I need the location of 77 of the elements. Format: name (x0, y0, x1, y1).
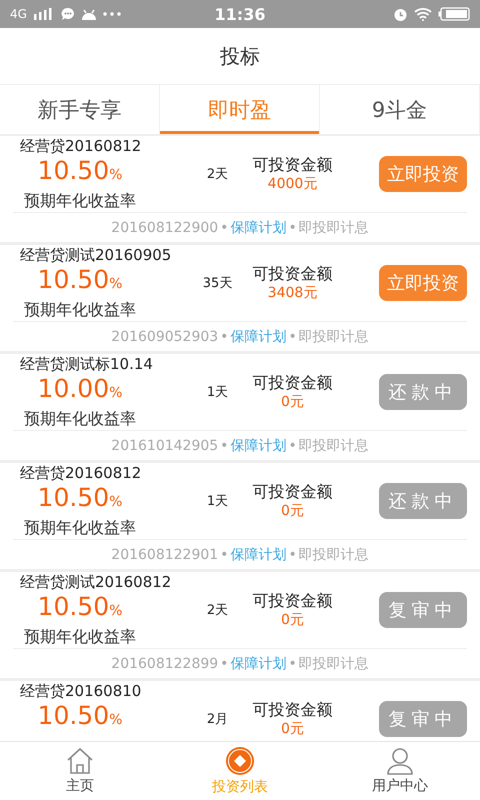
nav-item[interactable]: 主页 (0, 742, 160, 800)
loan-term: 2月 (206, 712, 228, 727)
rate-label: 预期年化收益率 (23, 299, 137, 321)
network-label: 4G (10, 7, 27, 21)
home-icon (65, 747, 95, 775)
status-button: 复审中 (379, 701, 467, 737)
separator-dot: • (288, 220, 297, 236)
rate-label: 预期年化收益率 (23, 626, 137, 648)
separator-dot: • (288, 656, 297, 672)
loan-term: 1天 (206, 385, 228, 400)
wifi-icon (414, 7, 432, 21)
separator-dot: • (220, 656, 228, 672)
interest-rate: 10.50% (36, 483, 124, 514)
loan-card[interactable]: 经营贷20160810 10.50% 2月 可投资金额 0元 复审中 (0, 681, 480, 741)
loan-code: 201608122899 (111, 656, 218, 672)
loan-title: 经营贷测试标10.14 (20, 354, 154, 374)
separator-dot: • (220, 546, 228, 562)
available-amount: 4000元 (268, 175, 318, 193)
amount-label: 可投资金额 (252, 700, 332, 720)
status-button: 还款中 (379, 374, 467, 410)
page-title: 投标 (220, 42, 260, 70)
interest-rate: 10.00% (36, 374, 124, 405)
separator-dot: • (288, 328, 297, 344)
chat-icon (60, 7, 75, 21)
rate-label: 预期年化收益率 (23, 408, 137, 430)
loan-title: 经营贷20160812 (20, 463, 142, 483)
rate-label: 预期年化收益率 (23, 190, 137, 212)
battery-icon (438, 7, 470, 21)
loan-card[interactable]: 经营贷测试20160812 10.50% 预期年化收益率 2天 可投资金额 0元 复审中 201608122899•保障计划•即投即计息 (0, 572, 480, 678)
more-icon (102, 12, 121, 16)
nav-item[interactable]: 用户中心 (320, 742, 480, 800)
loan-title: 经营贷20160812 (20, 136, 142, 156)
loan-code: 201610142905 (111, 438, 218, 454)
available-amount: 0元 (281, 393, 304, 411)
loan-code: 201608122901 (111, 546, 218, 562)
rate-label: 预期年化收益率 (23, 517, 137, 539)
amount-label: 可投资金额 (252, 373, 332, 393)
interest-rate: 10.50% (36, 701, 124, 732)
separator-dot: • (288, 438, 297, 454)
interest-note: 即投即计息 (298, 218, 369, 236)
interest-rate: 10.50% (36, 265, 124, 296)
loan-term: 2天 (206, 603, 228, 618)
amount-label: 可投资金额 (252, 155, 332, 175)
clock-time: 11:36 (214, 4, 266, 24)
loan-term: 2天 (206, 167, 228, 182)
interest-rate: 10.50% (36, 156, 124, 187)
separator-dot: • (220, 438, 228, 454)
separator-dot: • (220, 328, 228, 344)
loan-term: 1天 (206, 494, 228, 509)
loan-card[interactable]: 经营贷20160812 10.50% 预期年化收益率 1天 可投资金额 0元 还款中 201608122901•保障计划•即投即计息 (0, 463, 480, 569)
loan-title: 经营贷测试20160905 (20, 245, 172, 265)
loan-title: 经营贷20160810 (20, 681, 142, 701)
separator-dot: • (220, 220, 228, 236)
available-amount: 0元 (281, 720, 304, 738)
status-button: 还款中 (379, 483, 467, 519)
loan-card[interactable]: 经营贷测试标10.14 10.00% 预期年化收益率 1天 可投资金额 0元 还款中 201610142905•保障计划•即投即计息 (0, 354, 480, 460)
available-amount: 0元 (281, 611, 304, 629)
amount-label: 可投资金额 (252, 482, 332, 502)
loan-code: 201608122900 (111, 220, 218, 236)
user-icon (385, 747, 415, 775)
interest-note: 即投即计息 (298, 328, 369, 346)
amount-label: 可投资金额 (252, 264, 332, 284)
available-amount: 0元 (281, 502, 304, 520)
interest-note: 即投即计息 (298, 436, 369, 454)
loan-code: 201609052903 (111, 328, 218, 344)
android-icon (80, 8, 97, 20)
available-amount: 3408元 (268, 284, 318, 302)
alarm-icon (393, 6, 408, 22)
separator-dot: • (288, 546, 297, 562)
loan-term: 35天 (202, 276, 232, 291)
loan-title: 经营贷测试20160812 (20, 572, 172, 592)
interest-rate: 10.50% (36, 592, 124, 623)
diamond-coin-icon (225, 746, 255, 776)
status-button: 复审中 (379, 592, 467, 628)
interest-note: 即投即计息 (298, 546, 369, 564)
interest-note: 即投即计息 (298, 654, 369, 672)
amount-label: 可投资金额 (252, 591, 332, 611)
